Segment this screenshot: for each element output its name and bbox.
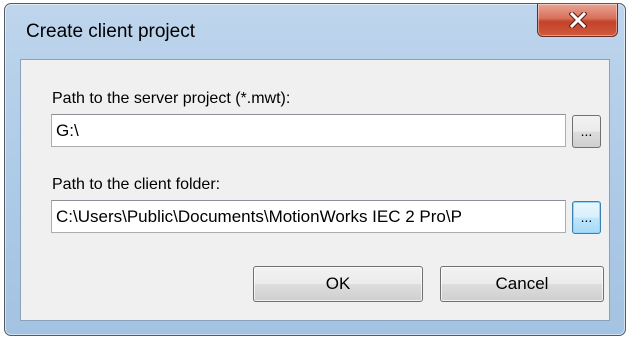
cancel-button[interactable]: Cancel [440,266,604,302]
client-folder-label: Path to the client folder: [52,176,221,193]
client-folder-path-input[interactable]: C:\Users\Public\Documents\MotionWorks IE… [51,200,566,233]
browse-server-project-button[interactable]: ... [572,115,601,148]
ok-button[interactable]: OK [253,266,423,302]
close-button[interactable] [537,4,618,37]
dialog-title: Create client project [26,21,195,42]
server-project-path-input[interactable]: G:\ [51,114,566,147]
browse-client-folder-button[interactable]: ... [572,201,601,234]
dialog-body: Path to the server project (*.mwt): G:\ … [20,59,610,321]
title-bar[interactable]: Create client project [5,4,625,59]
server-project-label: Path to the server project (*.mwt): [52,90,291,107]
close-icon [568,12,587,28]
dialog-window: Create client project Path to the server… [4,3,626,336]
